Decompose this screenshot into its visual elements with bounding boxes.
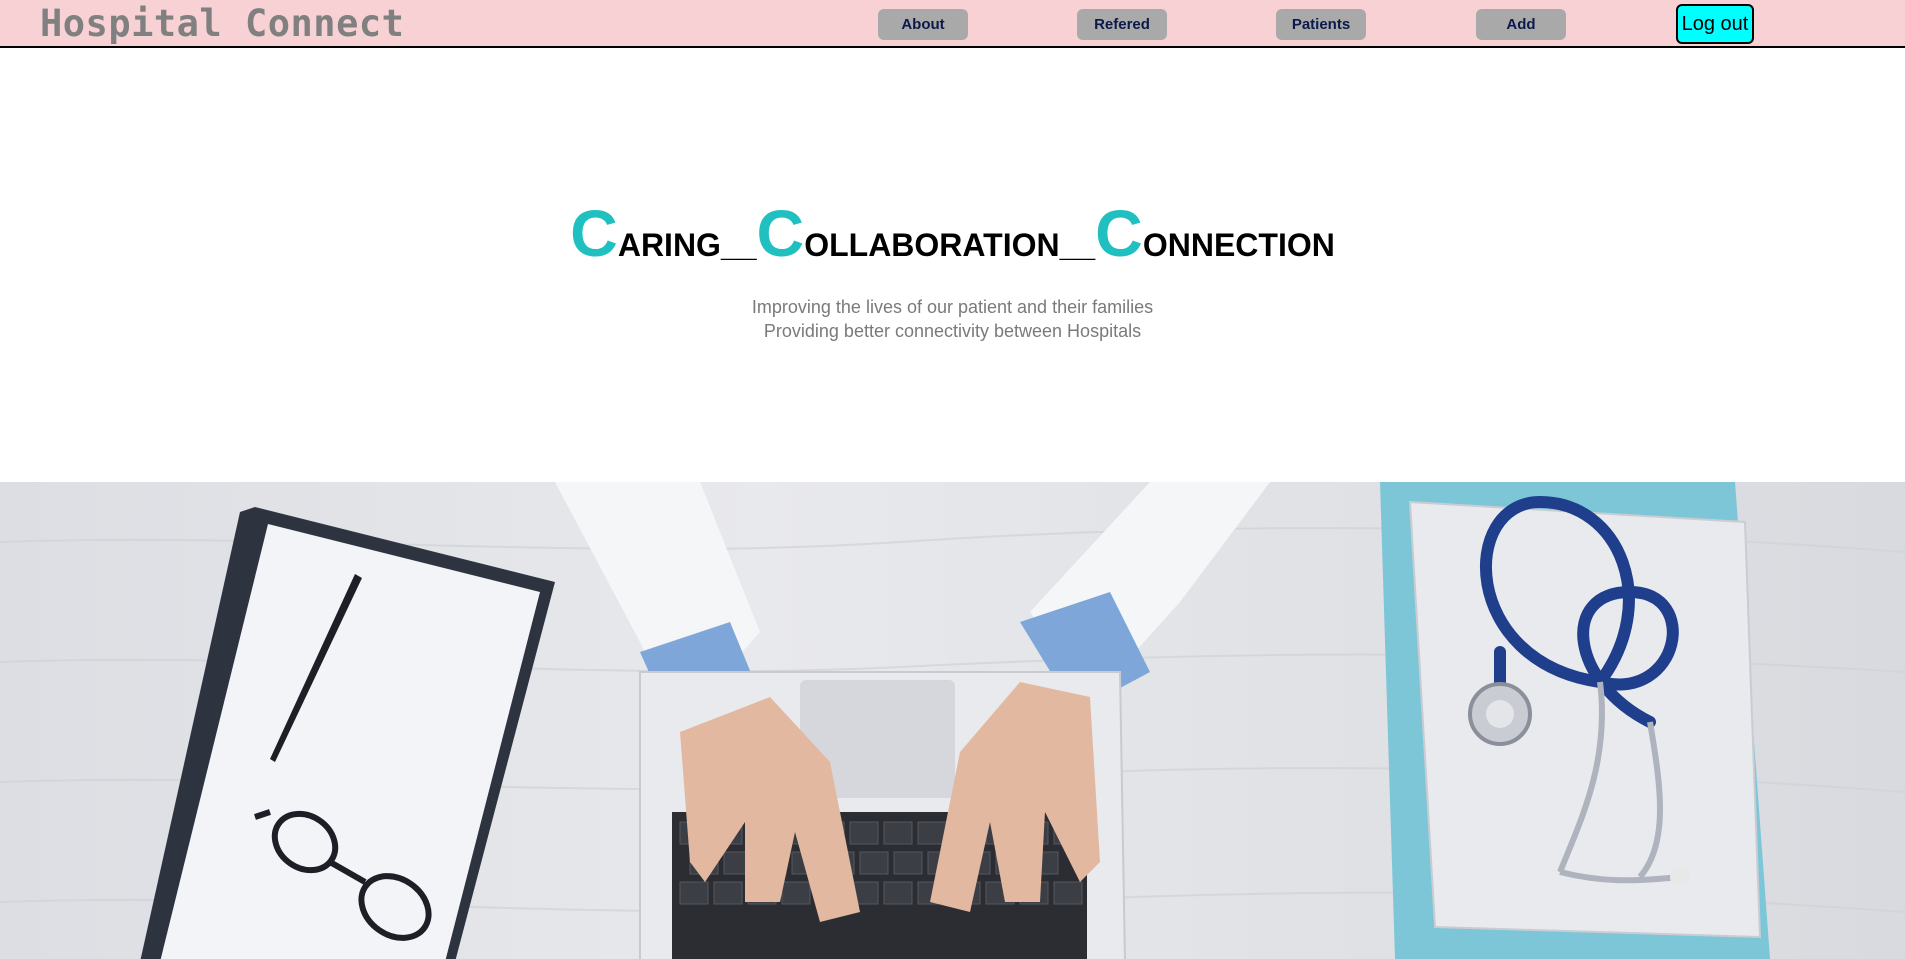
brand-title[interactable]: Hospital Connect	[40, 2, 404, 46]
headline-separator: __	[720, 227, 757, 263]
nav-add-button[interactable]: Add	[1476, 9, 1566, 40]
headline-initial: C	[756, 196, 805, 270]
top-navbar: Hospital Connect About Refered Patients …	[0, 0, 1905, 48]
headline-initial: C	[1095, 196, 1143, 270]
logout-button[interactable]: Log out	[1676, 4, 1754, 44]
nav-patients-button[interactable]: Patients	[1276, 9, 1366, 40]
headline-separator: __	[1059, 227, 1096, 263]
tagline-line-2: Providing better connectivity between Ho…	[763, 321, 1142, 341]
headline-word: ARING	[617, 227, 721, 263]
headline-initial: C	[570, 196, 618, 270]
folder-icon	[1380, 482, 1770, 959]
hero-photo-doctor-desk	[0, 482, 1905, 959]
headline: CARING__COLLABORATION__CONNECTION	[0, 200, 1905, 266]
tagline-line-1: Improving the lives of our patient and t…	[751, 297, 1154, 317]
hero-section: CARING__COLLABORATION__CONNECTION Improv…	[0, 50, 1905, 482]
headline-word: ONNECTION	[1142, 227, 1335, 263]
nav-refered-button[interactable]: Refered	[1077, 9, 1167, 40]
clipboard-icon	[140, 507, 555, 959]
nav-about-button[interactable]: About	[878, 9, 968, 40]
headline-word: OLLABORATION	[804, 227, 1060, 263]
